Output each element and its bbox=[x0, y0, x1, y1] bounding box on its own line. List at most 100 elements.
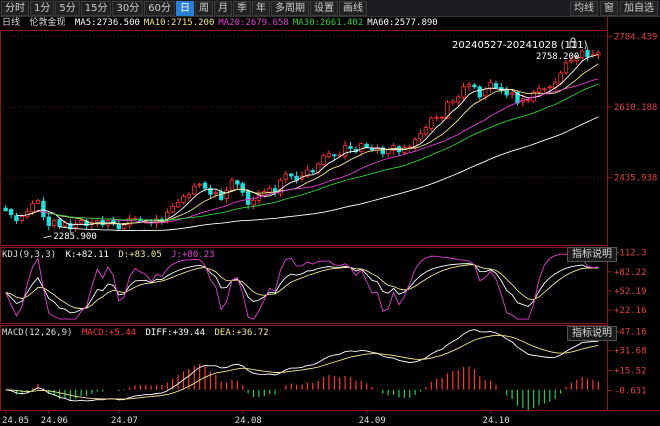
macd-dea-label: DEA: bbox=[214, 328, 237, 338]
candle-body-22 bbox=[122, 224, 127, 229]
candle-body-60 bbox=[326, 153, 332, 157]
kdj-tick-label-3: +22.16 bbox=[614, 306, 647, 316]
candle-body-101 bbox=[547, 86, 553, 89]
price-tick-label-1: 2610.188 bbox=[614, 103, 657, 113]
candle-body-3 bbox=[19, 216, 25, 221]
macd-diff-line bbox=[5, 329, 599, 402]
kdj-j-value: +80.23 bbox=[182, 250, 215, 260]
x-tick-label-3: 24.08 bbox=[235, 416, 262, 426]
kdj-j-line bbox=[5, 253, 599, 320]
macd-info-line: MACD(12,26,9) MACD:+5.44 DIFF:+39.44 DEA… bbox=[2, 327, 273, 339]
macd-diff: DIFF:+39.44 bbox=[145, 328, 205, 338]
candle-body-71 bbox=[385, 149, 391, 155]
candle-body-99 bbox=[536, 88, 542, 93]
kdj-j: J:+80.23 bbox=[171, 250, 214, 260]
kdj-d-label: D: bbox=[118, 250, 130, 260]
candle-body-37 bbox=[202, 182, 208, 189]
macd-help-button[interactable]: 指标说明 bbox=[567, 326, 617, 341]
candle-body-100 bbox=[542, 88, 547, 91]
kdj-info-line: KDJ(9,3,3) K:+82.11 D:+83.05 J:+80.23 bbox=[2, 249, 219, 261]
candle-body-44 bbox=[240, 183, 245, 193]
kdj-k-value: +82.11 bbox=[76, 250, 109, 260]
x-tick-label-1: 24.06 bbox=[41, 416, 68, 426]
candle-body-89 bbox=[482, 88, 488, 97]
candle-body-93 bbox=[504, 89, 509, 96]
candle-body-49 bbox=[267, 187, 272, 193]
candle-body-33 bbox=[181, 195, 186, 204]
candle-body-86 bbox=[466, 84, 472, 88]
candle-body-35 bbox=[192, 185, 197, 195]
candle-body-14 bbox=[78, 220, 84, 224]
candle-body-9 bbox=[51, 220, 57, 226]
candle-body-8 bbox=[46, 216, 51, 226]
candle-body-39 bbox=[213, 191, 219, 195]
chart-canvas[interactable]: 2784.439 2610.188 2435.938 20240527-2024102… bbox=[0, 0, 660, 426]
macd-dea: DEA:+36.72 bbox=[215, 328, 269, 338]
x-tick-label-0: 24.05 bbox=[2, 416, 29, 426]
candle-body-57 bbox=[310, 170, 315, 173]
candle-body-2 bbox=[14, 215, 19, 222]
candle-body-78 bbox=[423, 126, 429, 135]
macd-value-label: MACD: bbox=[81, 328, 109, 338]
candle-body-32 bbox=[175, 202, 181, 208]
ma20-line bbox=[37, 78, 599, 224]
candle-body-34 bbox=[186, 193, 192, 198]
macd-diff-label: DIFF: bbox=[145, 328, 173, 338]
ma60-line bbox=[59, 116, 599, 232]
macd-tick-label-2: +15.52 bbox=[614, 367, 647, 377]
candle-body-59 bbox=[321, 155, 326, 166]
x-tick-label-5: 24.10 bbox=[483, 416, 510, 426]
kdj-tick-label-0: +112.3 bbox=[614, 249, 647, 259]
candle-body-61 bbox=[332, 154, 337, 157]
candle-body-64 bbox=[348, 146, 353, 149]
macd-tick-label-0: +47.16 bbox=[614, 328, 647, 338]
candle-body-46 bbox=[251, 199, 256, 206]
candle-body-42 bbox=[229, 179, 235, 191]
price-tick-label-2: 2435.938 bbox=[614, 174, 657, 184]
kdj-d: D:+83.05 bbox=[118, 250, 161, 260]
candle-body-36 bbox=[197, 183, 202, 186]
low-label: 2285.900 bbox=[53, 232, 96, 242]
kdj-d-value: +83.05 bbox=[129, 250, 162, 260]
kdj-title: KDJ(9,3,3) bbox=[2, 250, 57, 260]
candle-body-85 bbox=[461, 86, 466, 98]
ma5-line bbox=[16, 54, 599, 226]
candle-body-97 bbox=[526, 99, 531, 102]
candle-body-45 bbox=[245, 191, 251, 205]
candle-body-1 bbox=[8, 209, 14, 215]
candle-body-87 bbox=[472, 84, 477, 88]
candle-body-94 bbox=[509, 92, 515, 95]
macd-value: MACD:+5.44 bbox=[82, 328, 136, 338]
kdj-help-button[interactable]: 指标说明 bbox=[567, 247, 617, 262]
kdj-tick-label-1: +82.22 bbox=[614, 268, 647, 278]
candle-body-41 bbox=[224, 189, 229, 199]
kdj-j-label: J: bbox=[171, 250, 183, 260]
low-arrow bbox=[43, 235, 52, 239]
candle-body-66 bbox=[359, 143, 364, 152]
x-tick-label-2: 24.07 bbox=[111, 416, 138, 426]
candle-body-10 bbox=[57, 219, 62, 228]
candle-body-0 bbox=[3, 207, 8, 211]
candle-body-5 bbox=[30, 203, 35, 213]
candle-body-77 bbox=[418, 133, 423, 140]
kdj-k-line bbox=[5, 263, 599, 314]
candle-body-6 bbox=[35, 199, 41, 204]
candle-body-104 bbox=[563, 62, 569, 74]
candle-body-88 bbox=[477, 86, 482, 98]
candle-body-108 bbox=[585, 50, 590, 58]
candle-body-84 bbox=[456, 96, 461, 103]
macd-title: MACD(12,26,9) bbox=[2, 328, 73, 338]
candle-body-90 bbox=[488, 82, 493, 89]
candle-body-52 bbox=[283, 173, 289, 180]
kdj-d-line bbox=[5, 264, 599, 309]
candle-body-81 bbox=[439, 116, 445, 119]
kdj-tick-label-2: +52.19 bbox=[614, 287, 647, 297]
panel-frame-0 bbox=[0, 30, 608, 246]
candle-body-43 bbox=[235, 180, 240, 185]
candle-body-53 bbox=[289, 173, 294, 177]
kdj-k-label: K: bbox=[65, 250, 77, 260]
macd-tick-label-3: -0.631 bbox=[614, 386, 647, 396]
range-label: 20240527-20241028 (111) bbox=[452, 40, 588, 51]
macd-diff-value: +39.44 bbox=[172, 328, 206, 338]
candle-body-79 bbox=[429, 117, 434, 129]
